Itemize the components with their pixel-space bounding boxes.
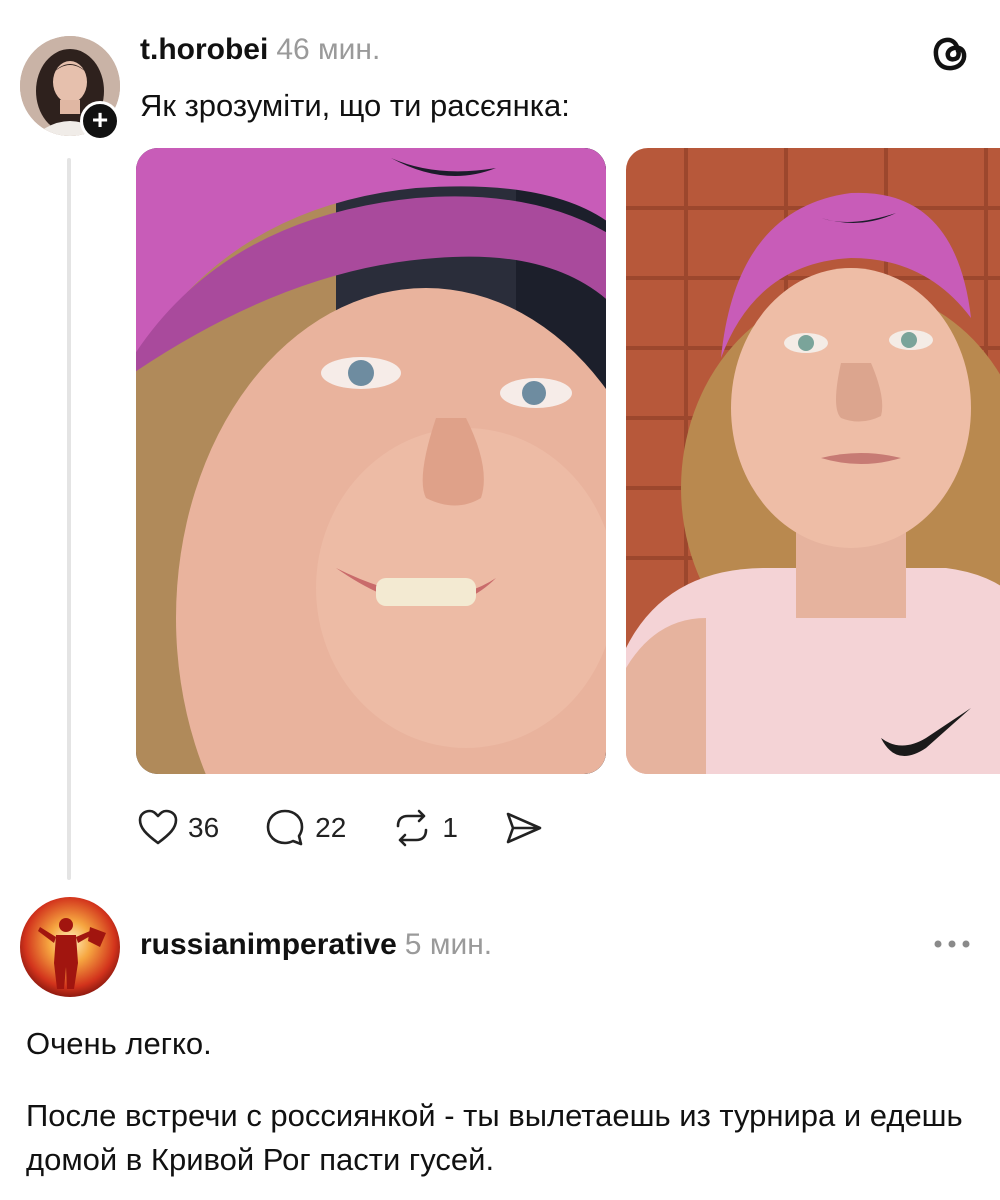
author-username[interactable]: t.horobei	[140, 33, 268, 66]
reply-timestamp: 5 мин.	[404, 928, 493, 961]
reply-author-avatar[interactable]	[20, 897, 120, 997]
post-image-2[interactable]	[626, 148, 1000, 774]
comment-bubble-icon	[266, 809, 304, 846]
heart-icon	[138, 809, 178, 845]
comment-count: 22	[315, 812, 347, 843]
post-action-bar: 36 22 1	[136, 806, 554, 850]
post-timestamp: 46 мин.	[276, 33, 381, 66]
repost-icon	[397, 809, 428, 847]
thread-connector-line	[67, 158, 71, 880]
like-count: 36	[188, 812, 220, 843]
more-options-icon[interactable]	[930, 932, 974, 956]
threads-logo-icon[interactable]	[925, 28, 975, 78]
post-image-1[interactable]	[136, 148, 606, 774]
send-icon	[506, 812, 542, 844]
reply-paragraph-2: После встречи с россиянкой - ты вылетаеш…	[26, 1098, 963, 1177]
post-text: Як зрозуміти, що ти расєянка:	[140, 88, 570, 123]
post-header: t.horobei 46 мин.	[140, 33, 380, 67]
share-button[interactable]	[502, 806, 554, 850]
reply-header: russianimperative 5 мин.	[140, 928, 492, 962]
comment-button[interactable]: 22	[263, 806, 346, 850]
main-post: + t.horobei 46 мин. Як зрозуміти, що ти р…	[0, 0, 1000, 880]
reply-username[interactable]: russianimperative	[140, 928, 397, 961]
reply-paragraph-1: Очень легко.	[26, 1026, 212, 1061]
like-button[interactable]: 36	[136, 806, 219, 850]
repost-count: 1	[442, 812, 458, 843]
follow-plus-button[interactable]: +	[80, 101, 120, 141]
reply-text: Очень легко. После встречи с россиянкой …	[26, 1022, 986, 1182]
repost-button[interactable]: 1	[390, 806, 458, 850]
